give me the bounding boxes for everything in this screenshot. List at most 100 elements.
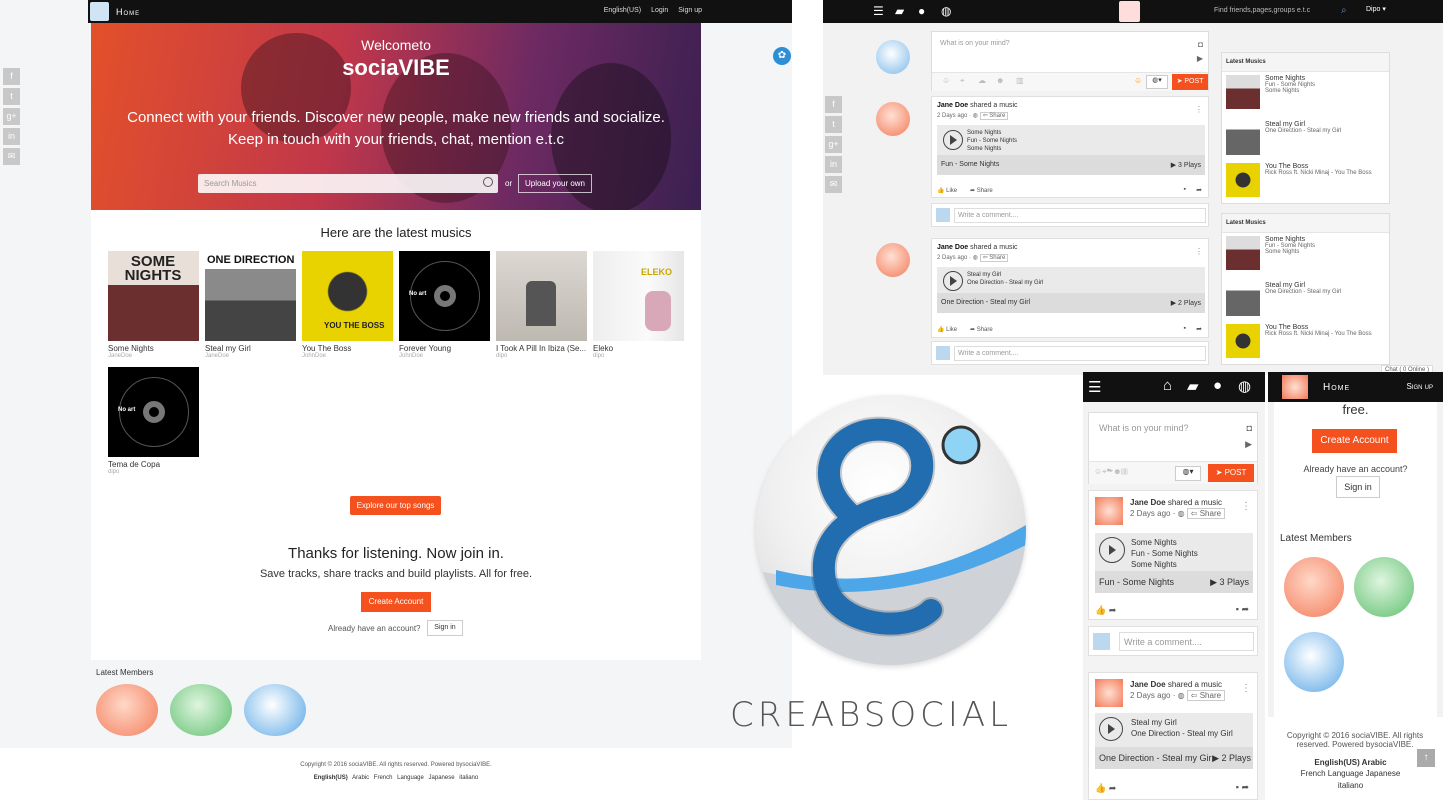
- facebook-icon[interactable]: f: [3, 68, 20, 85]
- like-button[interactable]: 👍 Like: [937, 326, 957, 333]
- comment-icon[interactable]: ▪: [1184, 325, 1186, 332]
- login-link[interactable]: Login: [651, 7, 668, 14]
- music-thumb[interactable]: [1226, 121, 1260, 155]
- mood-icon[interactable]: ☺: [1134, 76, 1142, 85]
- album-card[interactable]: ONE DIRECTION Steal my Girl JaneDoe: [205, 251, 296, 359]
- album-artist[interactable]: JaneDoe: [108, 353, 199, 359]
- comment-input[interactable]: Write a comment....: [954, 346, 1206, 361]
- sign-in-button[interactable]: Sign in: [427, 620, 463, 636]
- share-button[interactable]: ➦ Share: [970, 326, 993, 333]
- app-logo-icon[interactable]: [1282, 375, 1308, 399]
- cloud-icon[interactable]: ☁: [978, 76, 986, 85]
- comment-input[interactable]: Write a comment....: [1119, 632, 1254, 651]
- tag-icon[interactable]: ☺⌖☁☻▥: [1094, 467, 1128, 477]
- linkedin-icon[interactable]: in: [825, 156, 842, 173]
- album-artist[interactable]: dipo: [496, 353, 587, 359]
- poster-avatar[interactable]: [1095, 497, 1123, 525]
- user-menu[interactable]: Dipo ▾: [1366, 5, 1386, 13]
- sidebar-music-item[interactable]: Some Nights Fun - Some Nights Some Nights: [1265, 75, 1315, 94]
- comment-input[interactable]: Write a comment....: [954, 208, 1206, 223]
- privacy-dropdown[interactable]: ◍▾: [1175, 466, 1201, 481]
- album-artist[interactable]: JaneDoe: [205, 353, 296, 359]
- album-card[interactable]: No art Tema de Copa dipo: [108, 367, 199, 475]
- googleplus-icon[interactable]: g+: [3, 108, 20, 125]
- album-artist[interactable]: dipo: [108, 469, 199, 475]
- friends-icon[interactable]: ●: [918, 4, 925, 18]
- lang-french[interactable]: French Language: [374, 775, 424, 781]
- camera-icon[interactable]: ◘: [1198, 40, 1203, 49]
- privacy-dropdown[interactable]: ◍▾: [1146, 75, 1168, 89]
- stats-icon[interactable]: ▥: [1016, 76, 1024, 85]
- sidebar-music-item[interactable]: Steal my Girl One Direction - Steal my Gi…: [1265, 121, 1341, 134]
- username[interactable]: Dipo: [1366, 6, 1380, 13]
- lang-italian[interactable]: italiano: [459, 775, 478, 781]
- album-title[interactable]: Forever Young: [399, 344, 490, 353]
- post-author[interactable]: Jane Doe: [937, 244, 968, 251]
- search-icon[interactable]: ⌕: [1341, 5, 1347, 16]
- friends-icon[interactable]: ●: [1213, 377, 1222, 394]
- post-share-button[interactable]: ⇦ Share: [1186, 508, 1226, 519]
- create-account-button[interactable]: Create Account: [1312, 429, 1397, 453]
- play-button-icon[interactable]: [943, 271, 963, 291]
- album-card[interactable]: YOU THE BOSS You The Boss JohnDoe: [302, 251, 393, 359]
- like-icon[interactable]: 👍 ➦: [1095, 783, 1116, 794]
- scroll-top-icon[interactable]: ↑: [1417, 749, 1435, 767]
- member-avatar[interactable]: [1354, 557, 1414, 617]
- album-title[interactable]: Tema de Copa: [108, 460, 199, 469]
- sidebar-music-item[interactable]: You The Boss Rick Ross ft. Nicki Minaj - …: [1265, 324, 1372, 337]
- nav-home-link[interactable]: Home: [116, 7, 140, 17]
- like-icon[interactable]: 👍 ➦: [1095, 605, 1116, 616]
- track-bar[interactable]: One Direction - Steal my Girl ▶ 2 Plays: [937, 293, 1205, 313]
- video-icon[interactable]: ▶: [1245, 439, 1252, 450]
- twitter-icon[interactable]: t: [825, 116, 842, 133]
- album-card[interactable]: ELEKO Eleko dipo: [593, 251, 684, 359]
- album-title[interactable]: Steal my Girl: [205, 344, 296, 353]
- forward-icon[interactable]: ➦: [1196, 186, 1202, 194]
- like-button[interactable]: 👍 Like: [937, 187, 957, 194]
- facebook-icon[interactable]: f: [825, 96, 842, 113]
- signup-link[interactable]: Sign up: [678, 7, 702, 14]
- sidebar-music-item[interactable]: Steal my Girl One Direction - Steal my Gi…: [1265, 282, 1341, 295]
- lang-arabic[interactable]: Arabic: [352, 775, 369, 781]
- album-artist[interactable]: dipo: [593, 353, 684, 359]
- app-logo-icon[interactable]: [1119, 1, 1140, 22]
- post-button[interactable]: ➤ POST: [1208, 464, 1254, 482]
- poster-avatar[interactable]: [876, 243, 910, 277]
- create-account-button[interactable]: Create Account: [361, 592, 431, 612]
- post-author[interactable]: Jane Doe: [1130, 680, 1166, 689]
- play-button-icon[interactable]: [1099, 537, 1125, 563]
- language-links-row[interactable]: English(US) Arabic: [1268, 758, 1433, 767]
- album-title[interactable]: Eleko: [593, 344, 684, 353]
- album-card[interactable]: I Took A Pill In Ibiza (Se... dipo: [496, 251, 587, 359]
- post-options-icon[interactable]: ⋮: [1241, 683, 1251, 694]
- music-search-input[interactable]: Search Musics: [198, 174, 498, 193]
- album-card[interactable]: SOME NIGHTS Some Nights JaneDoe: [108, 251, 199, 359]
- album-artist[interactable]: JohnDoe: [302, 353, 393, 359]
- status-input[interactable]: What is on your mind?: [940, 40, 1010, 47]
- album-card[interactable]: No art Forever Young JohnDoe: [399, 251, 490, 359]
- app-logo-icon[interactable]: [90, 2, 109, 21]
- share-button[interactable]: ➦ Share: [970, 187, 993, 194]
- email-icon[interactable]: ✉: [825, 176, 842, 193]
- signup-link[interactable]: Sign up: [1406, 382, 1433, 391]
- member-avatar[interactable]: [170, 684, 232, 736]
- member-avatar[interactable]: [1284, 557, 1344, 617]
- post-author[interactable]: Jane Doe: [937, 102, 968, 109]
- member-avatar[interactable]: [1284, 632, 1344, 692]
- language-link[interactable]: English(US): [604, 7, 641, 14]
- sidebar-music-item[interactable]: You The Boss Rick Ross ft. Nicki Minaj - …: [1265, 163, 1372, 176]
- post-options-icon[interactable]: ⋮: [1241, 501, 1251, 512]
- play-button-icon[interactable]: [1099, 717, 1123, 741]
- poster-avatar[interactable]: [1095, 679, 1123, 707]
- post-button[interactable]: ➤ POST: [1172, 74, 1208, 90]
- camera-icon[interactable]: ◘: [1247, 423, 1252, 433]
- googleplus-icon[interactable]: g+: [825, 136, 842, 153]
- upload-button[interactable]: Upload your own: [518, 174, 592, 193]
- lang-english[interactable]: English(US): [314, 775, 348, 781]
- status-input[interactable]: What is on your mind?: [1099, 423, 1189, 433]
- linkedin-icon[interactable]: in: [3, 128, 20, 145]
- music-thumb[interactable]: [1226, 324, 1260, 358]
- video-icon[interactable]: ▶: [1197, 54, 1203, 63]
- messages-icon[interactable]: ▰: [895, 4, 904, 18]
- album-title[interactable]: You The Boss: [302, 344, 393, 353]
